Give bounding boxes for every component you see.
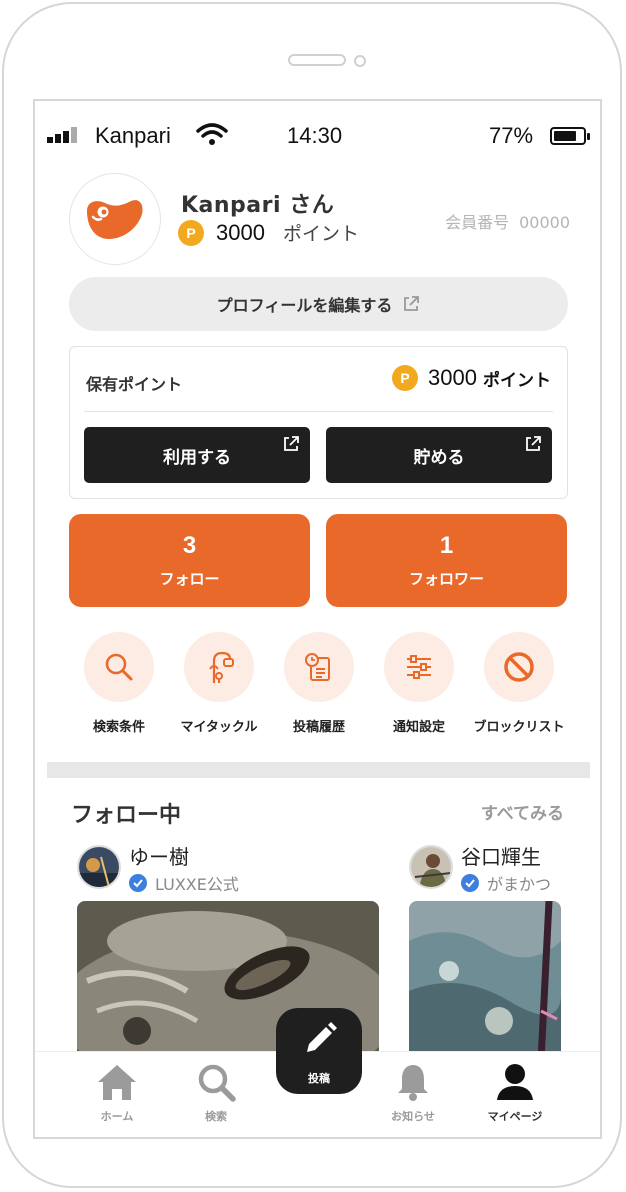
author-name: ゆー樹 — [129, 845, 189, 869]
phone-camera — [354, 55, 366, 67]
points-card-label: 保有ポイント — [86, 375, 183, 394]
profile-name: Kanpari さん — [181, 193, 335, 218]
battery-percent: 77% — [489, 123, 534, 148]
shortcut-label: 通知設定 — [392, 720, 445, 735]
tab-home[interactable]: ホーム — [77, 1062, 157, 1124]
external-link-icon — [526, 436, 541, 451]
following-section-title: フォロー中 — [71, 803, 182, 828]
tab-notifications[interactable]: お知らせ — [373, 1062, 453, 1124]
use-points-label: 利用する — [163, 447, 231, 468]
author-badge-text: LUXXE公式 — [155, 875, 239, 894]
block-icon — [484, 632, 554, 702]
followers-count: 1 — [439, 532, 454, 559]
use-points-button[interactable]: 利用する — [84, 427, 310, 483]
point-coin-icon: P — [392, 365, 419, 391]
divider — [84, 411, 553, 412]
followers-card[interactable]: 1 フォロワー — [326, 514, 567, 607]
points-card-number: 3000 — [428, 365, 477, 390]
author-avatar — [77, 845, 121, 889]
battery-icon — [550, 127, 590, 145]
section-separator — [47, 762, 590, 778]
author-name: 谷口輝生 — [461, 845, 541, 869]
member-number-value: 00000 — [519, 213, 570, 232]
shortcut-my-tackle[interactable]: マイタックル — [169, 632, 269, 735]
author-badge-text: がまかつ — [487, 875, 552, 894]
author-badge: LUXXE公式 — [129, 871, 239, 895]
tab-notifications-label: お知らせ — [391, 1110, 435, 1123]
pencil-icon — [307, 1022, 337, 1052]
fishing-reel-icon — [184, 632, 254, 702]
author-badge: がまかつ — [461, 871, 551, 895]
wifi-icon — [196, 123, 228, 145]
post-author[interactable]: ゆー樹 LUXXE公式 — [77, 845, 239, 895]
carrier-name: Kanpari — [95, 123, 171, 148]
member-number-label: 会員番号 — [445, 213, 510, 232]
profile-points: P 3000 ポイント — [178, 219, 359, 246]
mascot-logo — [87, 200, 143, 239]
bell-icon — [398, 1065, 428, 1101]
profile-points-value: 3000 — [216, 219, 265, 245]
search-icon — [198, 1064, 236, 1102]
user-icon — [497, 1064, 533, 1100]
sliders-icon — [384, 632, 454, 702]
tab-home-label: ホーム — [100, 1110, 134, 1123]
member-number: 会員番号 00000 — [445, 209, 570, 233]
post-author[interactable]: 谷口輝生 がまかつ — [409, 845, 551, 895]
points-card-unit: ポイント — [483, 370, 551, 391]
status-time: 14:30 — [287, 123, 343, 148]
status-bar: Kanpari 14:30 77% — [35, 101, 600, 171]
save-points-button[interactable]: 貯める — [326, 427, 552, 483]
tab-search-label: 検索 — [205, 1110, 227, 1123]
verified-check-icon — [461, 874, 479, 892]
shortcut-notification-settings[interactable]: 通知設定 — [369, 632, 469, 735]
external-link-icon — [404, 296, 420, 311]
following-label: フォロー — [159, 570, 220, 588]
external-link-icon — [284, 436, 299, 451]
shortcut-block-list[interactable]: ブロックリスト — [469, 632, 569, 735]
shortcut-label: 投稿履歴 — [292, 720, 345, 735]
point-coin-icon: P — [178, 219, 204, 246]
tab-mypage[interactable]: マイページ — [475, 1062, 555, 1124]
see-all-link[interactable]: すべてみる — [481, 799, 564, 824]
tab-mypage-label: マイページ — [487, 1110, 543, 1123]
phone-frame: Kanpari 14:30 77% Kanpari さん P 3000 ポイント… — [2, 2, 622, 1188]
post-image[interactable] — [409, 901, 561, 1061]
author-avatar — [409, 845, 453, 889]
shortcut-label: ブロックリスト — [473, 720, 565, 735]
followers-label: フォロワー — [408, 570, 484, 588]
following-count: 3 — [182, 532, 197, 559]
verified-check-icon — [129, 874, 147, 892]
new-post-label: 投稿 — [308, 1072, 330, 1085]
tab-search[interactable]: 検索 — [176, 1062, 256, 1124]
edit-profile-button[interactable]: プロフィールを編集する — [69, 277, 568, 331]
profile-avatar[interactable] — [69, 173, 161, 265]
points-card-value: P 3000 ポイント — [392, 365, 551, 391]
history-document-icon — [284, 632, 354, 702]
save-points-label: 貯める — [413, 447, 465, 468]
new-post-button[interactable]: 投稿 — [276, 1008, 362, 1094]
home-icon — [98, 1065, 136, 1100]
app-screen: Kanpari 14:30 77% Kanpari さん P 3000 ポイント… — [33, 99, 602, 1139]
shortcut-search-conditions[interactable]: 検索条件 — [69, 632, 169, 735]
signal-icon — [47, 127, 87, 143]
shortcut-label: マイタックル — [180, 720, 258, 735]
phone-speaker — [288, 54, 346, 66]
profile-points-unit: ポイント — [282, 223, 359, 245]
search-icon — [84, 632, 154, 702]
shortcut-label: 検索条件 — [92, 720, 145, 735]
shortcut-post-history[interactable]: 投稿履歴 — [269, 632, 369, 735]
points-card: 保有ポイント P 3000 ポイント 利用する 貯める — [69, 346, 568, 499]
following-card[interactable]: 3 フォロー — [69, 514, 310, 607]
edit-profile-label: プロフィールを編集する — [216, 296, 393, 315]
